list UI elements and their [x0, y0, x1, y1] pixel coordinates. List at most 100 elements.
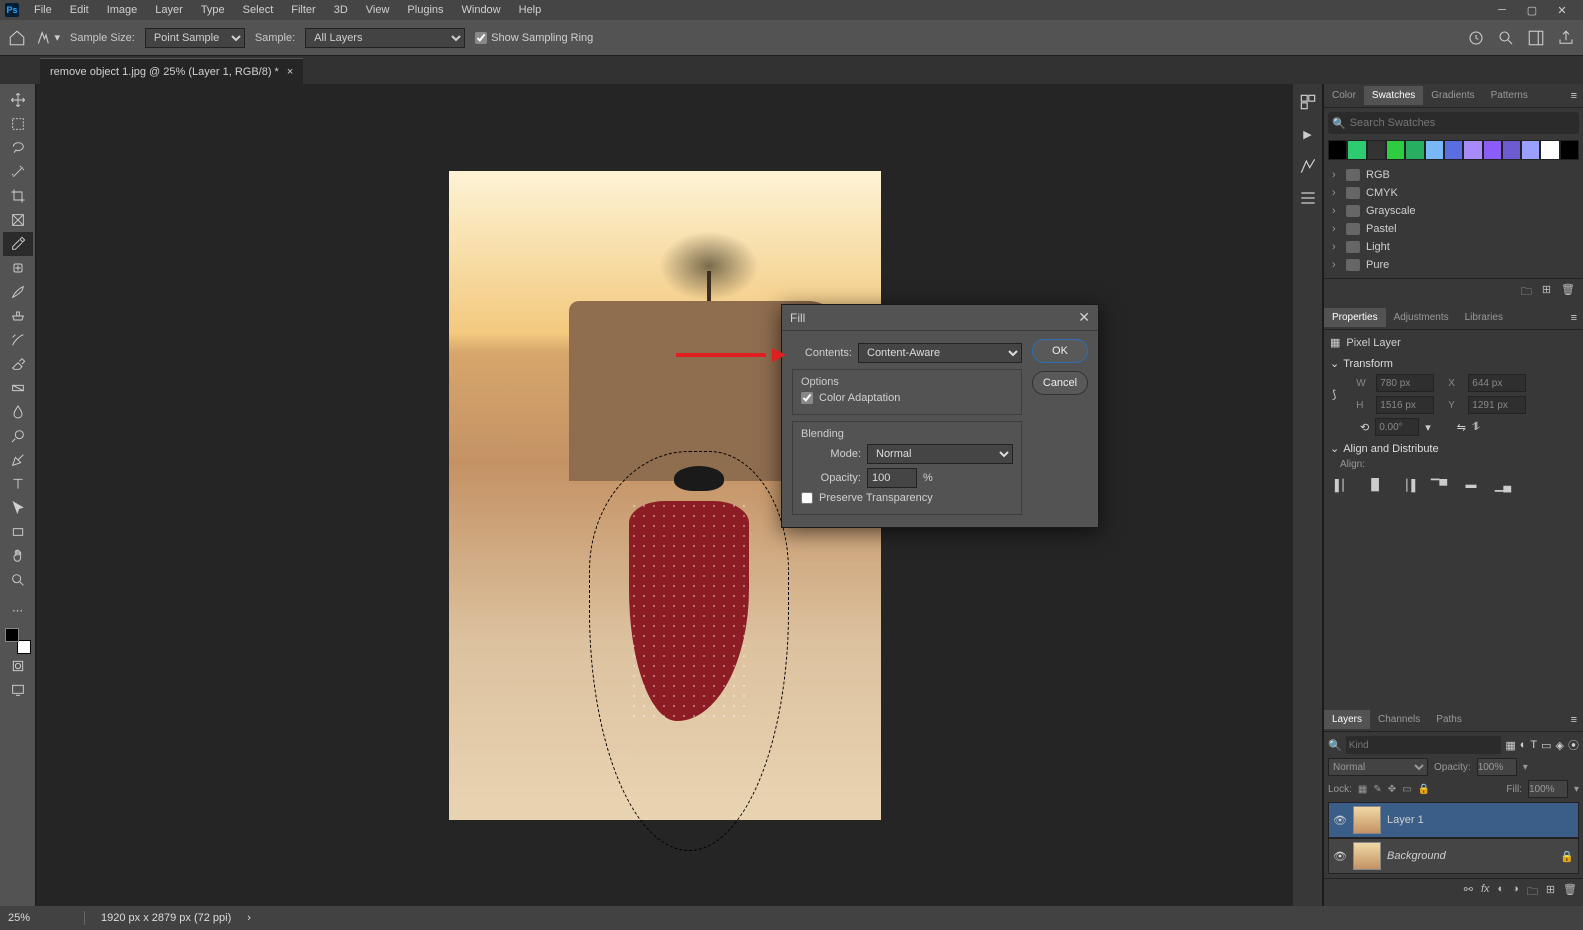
minimize-button[interactable]: ─ [1491, 4, 1513, 17]
align-top-icon[interactable]: ▔▀ [1430, 476, 1448, 494]
swatch-item[interactable] [1405, 140, 1424, 160]
tab-paths[interactable]: Paths [1428, 710, 1470, 729]
align-vcenter-icon[interactable]: ▬ [1462, 476, 1480, 494]
close-window-button[interactable]: ✕ [1551, 4, 1573, 17]
swatch-item[interactable] [1540, 140, 1559, 160]
tab-libraries[interactable]: Libraries [1457, 308, 1511, 327]
sample-size-select[interactable]: Point Sample [145, 28, 245, 48]
cancel-button[interactable]: Cancel [1032, 371, 1088, 395]
layer-filter-input[interactable] [1346, 736, 1502, 754]
workspace-icon[interactable] [1527, 29, 1545, 47]
tab-swatches[interactable]: Swatches [1364, 86, 1423, 105]
tab-layers[interactable]: Layers [1324, 710, 1370, 729]
show-sampling-ring-input[interactable] [475, 32, 487, 44]
dodge-tool[interactable] [3, 424, 33, 448]
blur-tool[interactable] [3, 400, 33, 424]
menu-file[interactable]: File [26, 2, 60, 18]
color-adaptation-input[interactable] [801, 392, 813, 404]
folder-new-icon[interactable]: 🗀 [1521, 283, 1532, 302]
menu-view[interactable]: View [358, 2, 398, 18]
pen-tool[interactable] [3, 448, 33, 472]
swatch-item[interactable] [1386, 140, 1405, 160]
path-selection-tool[interactable] [3, 496, 33, 520]
folder-rgb[interactable]: ›RGB [1328, 166, 1579, 184]
lock-artboard-icon[interactable]: ▭ [1402, 784, 1411, 795]
tab-patterns[interactable]: Patterns [1483, 86, 1536, 105]
menu-type[interactable]: Type [193, 2, 233, 18]
eyedropper-tool[interactable] [3, 232, 33, 256]
new-swatch-icon[interactable]: ⊞ [1542, 283, 1551, 302]
document-tab-close-icon[interactable]: × [287, 66, 293, 78]
mask-icon[interactable]: ◐ [1498, 883, 1505, 902]
screen-mode-tool[interactable] [3, 678, 33, 702]
preserve-transparency-input[interactable] [801, 492, 813, 504]
adjustment-layer-icon[interactable]: ◑ [1512, 883, 1519, 902]
filter-smart-icon[interactable]: ◈ [1556, 739, 1564, 752]
share-icon[interactable] [1557, 29, 1575, 47]
menu-plugins[interactable]: Plugins [399, 2, 451, 18]
show-sampling-ring-checkbox[interactable]: Show Sampling Ring [475, 32, 593, 44]
tab-adjustments[interactable]: Adjustments [1386, 308, 1457, 327]
dock-icon-4[interactable] [1298, 188, 1318, 208]
search-icon[interactable] [1497, 29, 1515, 47]
color-adaptation-checkbox[interactable]: Color Adaptation [801, 392, 1013, 404]
swatch-item[interactable] [1502, 140, 1521, 160]
folder-light[interactable]: ›Light [1328, 238, 1579, 256]
canvas-area[interactable]: Fill ✕ Contents: Content-Aware Options C… [36, 84, 1293, 906]
dock-icon-2[interactable]: ▶ [1298, 124, 1318, 144]
magic-wand-tool[interactable] [3, 160, 33, 184]
folder-pastel[interactable]: ›Pastel [1328, 220, 1579, 238]
healing-brush-tool[interactable] [3, 256, 33, 280]
menu-edit[interactable]: Edit [62, 2, 97, 18]
trash-icon[interactable]: 🗑 [1561, 283, 1575, 302]
layer-opacity-input[interactable] [1477, 758, 1517, 776]
menu-filter[interactable]: Filter [283, 2, 323, 18]
link-wh-icon[interactable]: ⟆ [1332, 388, 1336, 401]
swatch-item[interactable] [1347, 140, 1366, 160]
type-tool[interactable] [3, 472, 33, 496]
zoom-level[interactable]: 25% [8, 912, 68, 924]
cloud-sync-icon[interactable] [1467, 29, 1485, 47]
history-brush-tool[interactable] [3, 328, 33, 352]
hand-tool[interactable] [3, 544, 33, 568]
eraser-tool[interactable] [3, 352, 33, 376]
visibility-icon[interactable]: 👁 [1333, 814, 1347, 827]
marquee-tool[interactable] [3, 112, 33, 136]
align-left-icon[interactable]: ▌▏ [1334, 476, 1352, 494]
align-bottom-icon[interactable]: ▁▄ [1494, 476, 1512, 494]
menu-help[interactable]: Help [511, 2, 550, 18]
quick-mask-tool[interactable] [3, 654, 33, 678]
document-info[interactable]: 1920 px x 2879 px (72 ppi) [101, 912, 231, 924]
tab-channels[interactable]: Channels [1370, 710, 1428, 729]
color-swatches[interactable] [5, 628, 31, 654]
menu-select[interactable]: Select [235, 2, 282, 18]
home-icon[interactable] [8, 29, 26, 47]
brush-tool[interactable] [3, 280, 33, 304]
swatch-item[interactable] [1521, 140, 1540, 160]
align-section[interactable]: ⌄Align and Distribute [1330, 442, 1577, 455]
layer-name[interactable]: Layer 1 [1387, 814, 1424, 826]
lock-pixels-icon[interactable]: ▦ [1358, 784, 1367, 795]
document-tab[interactable]: remove object 1.jpg @ 25% (Layer 1, RGB/… [40, 58, 303, 84]
swatch-item[interactable] [1463, 140, 1482, 160]
info-chevron-icon[interactable]: › [247, 912, 251, 924]
background-color-swatch[interactable] [17, 640, 31, 654]
dock-icon-1[interactable] [1298, 92, 1318, 112]
preserve-transparency-checkbox[interactable]: Preserve Transparency [801, 492, 1013, 504]
flip-h-icon[interactable]: ⇋ [1457, 421, 1466, 434]
group-icon[interactable]: 🗀 [1527, 883, 1538, 902]
edit-toolbar[interactable]: ⋯ [3, 598, 33, 622]
gradient-tool[interactable] [3, 376, 33, 400]
flip-v-icon[interactable]: ⥮ [1472, 421, 1480, 434]
menu-layer[interactable]: Layer [147, 2, 191, 18]
blend-mode-select[interactable]: Normal [1328, 758, 1428, 776]
swatches-search-input[interactable] [1350, 117, 1575, 129]
rectangle-tool[interactable] [3, 520, 33, 544]
layer-item[interactable]: 👁 Layer 1 [1328, 802, 1579, 838]
lock-all-icon[interactable]: 🔒 [1418, 784, 1430, 795]
align-right-icon[interactable]: ▕▐ [1398, 476, 1416, 494]
frame-tool[interactable] [3, 208, 33, 232]
folder-grayscale[interactable]: ›Grayscale [1328, 202, 1579, 220]
folder-cmyk[interactable]: ›CMYK [1328, 184, 1579, 202]
zoom-tool[interactable] [3, 568, 33, 592]
